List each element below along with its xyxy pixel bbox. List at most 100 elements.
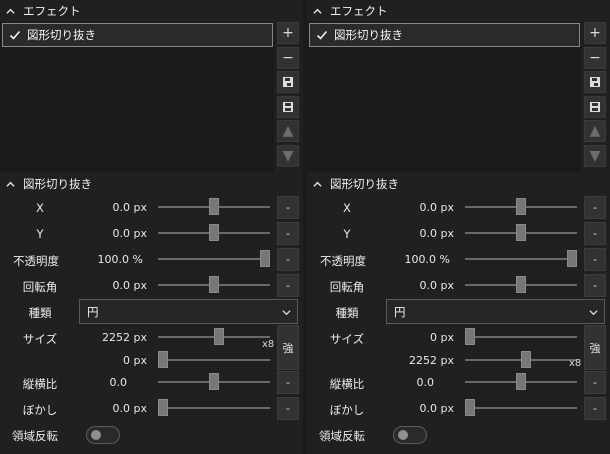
reset-button-opacity[interactable]: -	[277, 248, 299, 271]
slider-thumb[interactable]	[465, 328, 475, 345]
slider-thumb[interactable]	[521, 351, 531, 368]
param-label-size: サイズ	[22, 332, 58, 346]
param-row-rotation: 回転角 0.0 px -	[0, 274, 300, 298]
slider-aspect[interactable]	[465, 373, 577, 390]
move-up-button[interactable]: ▲	[277, 120, 299, 142]
effect-list: 図形切り抜き	[307, 22, 581, 172]
move-up-button[interactable]: ▲	[584, 120, 606, 142]
remove-button[interactable]: −	[584, 46, 606, 69]
slider-x[interactable]	[465, 198, 577, 215]
save-as-button[interactable]	[584, 71, 606, 93]
reset-button-x[interactable]: -	[584, 196, 606, 219]
plus-icon: +	[589, 25, 601, 41]
slider-thumb[interactable]	[158, 351, 168, 368]
slider-y[interactable]	[465, 224, 577, 241]
slider-thumb[interactable]	[516, 373, 526, 390]
add-button[interactable]: +	[277, 22, 299, 44]
param-row-aspect: 縦横比 0.0 -	[0, 371, 300, 395]
chevron-up-icon	[6, 181, 15, 187]
reset-button-y[interactable]: -	[277, 222, 299, 245]
param-value-x[interactable]: 0.0 px	[394, 201, 454, 214]
slider-size-2[interactable]	[158, 351, 270, 368]
slider-thumb[interactable]	[465, 399, 475, 416]
param-value-opacity[interactable]: 100.0 %	[83, 253, 143, 266]
slider-thumb[interactable]	[260, 250, 270, 267]
move-down-button[interactable]: ▼	[277, 144, 299, 167]
reset-button-rotation[interactable]: -	[584, 274, 606, 297]
param-value-blur[interactable]: 0.0 px	[394, 402, 454, 415]
slider-size-2[interactable]	[465, 351, 577, 368]
param-value-size-2[interactable]: 2252 px	[394, 354, 454, 367]
slider-thumb[interactable]	[516, 276, 526, 293]
slider-thumb[interactable]	[209, 373, 219, 390]
effect-header[interactable]: エフェクト	[307, 1, 607, 21]
effect-item[interactable]: 図形切り抜き	[309, 23, 580, 47]
move-down-button[interactable]: ▼	[584, 144, 606, 167]
reset-button-blur[interactable]: -	[584, 397, 606, 420]
slider-blur[interactable]	[465, 399, 577, 416]
param-row-size: サイズ 0 px 2252 px x8 強	[307, 325, 607, 370]
slider-rotation[interactable]	[158, 276, 270, 293]
slider-thumb[interactable]	[516, 224, 526, 241]
add-button[interactable]: +	[584, 22, 606, 44]
param-value-size-1[interactable]: 0 px	[394, 331, 454, 344]
param-row-y: Y 0.0 px -	[0, 222, 300, 246]
slider-blur[interactable]	[158, 399, 270, 416]
slider-rotation[interactable]	[465, 276, 577, 293]
slider-x[interactable]	[158, 198, 270, 215]
save-button[interactable]	[277, 95, 299, 118]
remove-button[interactable]: −	[277, 46, 299, 69]
effect-item[interactable]: 図形切り抜き	[2, 23, 273, 47]
strong-label: 強	[589, 341, 601, 355]
reset-button-y[interactable]: -	[584, 222, 606, 245]
param-value-aspect[interactable]: 0.0	[67, 376, 128, 389]
param-value-blur[interactable]: 0.0 px	[87, 402, 147, 415]
slider-y[interactable]	[158, 224, 270, 241]
slider-thumb[interactable]	[209, 276, 219, 293]
invert-toggle[interactable]	[86, 426, 120, 444]
checkbox-checked-icon[interactable]	[316, 29, 328, 41]
shape-type-select[interactable]: 円	[386, 299, 605, 324]
param-value-aspect[interactable]: 0.0	[374, 376, 435, 389]
reset-button-aspect[interactable]: -	[584, 371, 606, 394]
shape-clip-section-header[interactable]: 図形切り抜き	[0, 174, 300, 194]
checkbox-checked-icon[interactable]	[9, 29, 21, 41]
param-value-rotation[interactable]: 0.0 px	[394, 279, 454, 292]
slider-thumb[interactable]	[158, 399, 168, 416]
param-row-x: X 0.0 px -	[307, 196, 607, 220]
invert-toggle[interactable]	[393, 426, 427, 444]
param-value-x[interactable]: 0.0 px	[87, 201, 147, 214]
save-as-button[interactable]	[277, 71, 299, 93]
slider-size-1[interactable]	[158, 328, 270, 345]
save-icon	[590, 101, 600, 112]
param-value-size-1[interactable]: 2252 px	[87, 331, 147, 344]
shape-clip-section-header[interactable]: 図形切り抜き	[307, 174, 607, 194]
slider-size-1[interactable]	[465, 328, 577, 345]
chevron-down-icon	[282, 310, 291, 316]
slider-aspect[interactable]	[158, 373, 270, 390]
param-value-size-2[interactable]: 0 px	[87, 354, 147, 367]
effect-header[interactable]: エフェクト	[0, 1, 300, 21]
strong-button[interactable]: 強	[277, 325, 299, 370]
param-value-opacity[interactable]: 100.0 %	[390, 253, 450, 266]
reset-button-aspect[interactable]: -	[277, 371, 299, 394]
slider-opacity[interactable]	[465, 250, 577, 267]
slider-thumb[interactable]	[209, 224, 219, 241]
shape-type-select[interactable]: 円	[79, 299, 298, 324]
param-value-y[interactable]: 0.0 px	[87, 227, 147, 240]
reset-button-rotation[interactable]: -	[277, 274, 299, 297]
slider-thumb[interactable]	[214, 328, 224, 345]
param-row-aspect: 縦横比 0.0 -	[307, 371, 607, 395]
param-value-y[interactable]: 0.0 px	[394, 227, 454, 240]
slider-thumb[interactable]	[209, 198, 219, 215]
reset-button-blur[interactable]: -	[277, 397, 299, 420]
reset-button-x[interactable]: -	[277, 196, 299, 219]
strong-button[interactable]: 強	[584, 325, 606, 370]
save-button[interactable]	[584, 95, 606, 118]
slider-thumb[interactable]	[567, 250, 577, 267]
slider-thumb[interactable]	[516, 198, 526, 215]
save-as-icon	[590, 77, 600, 87]
reset-button-opacity[interactable]: -	[584, 248, 606, 271]
param-value-rotation[interactable]: 0.0 px	[87, 279, 147, 292]
slider-opacity[interactable]	[158, 250, 270, 267]
